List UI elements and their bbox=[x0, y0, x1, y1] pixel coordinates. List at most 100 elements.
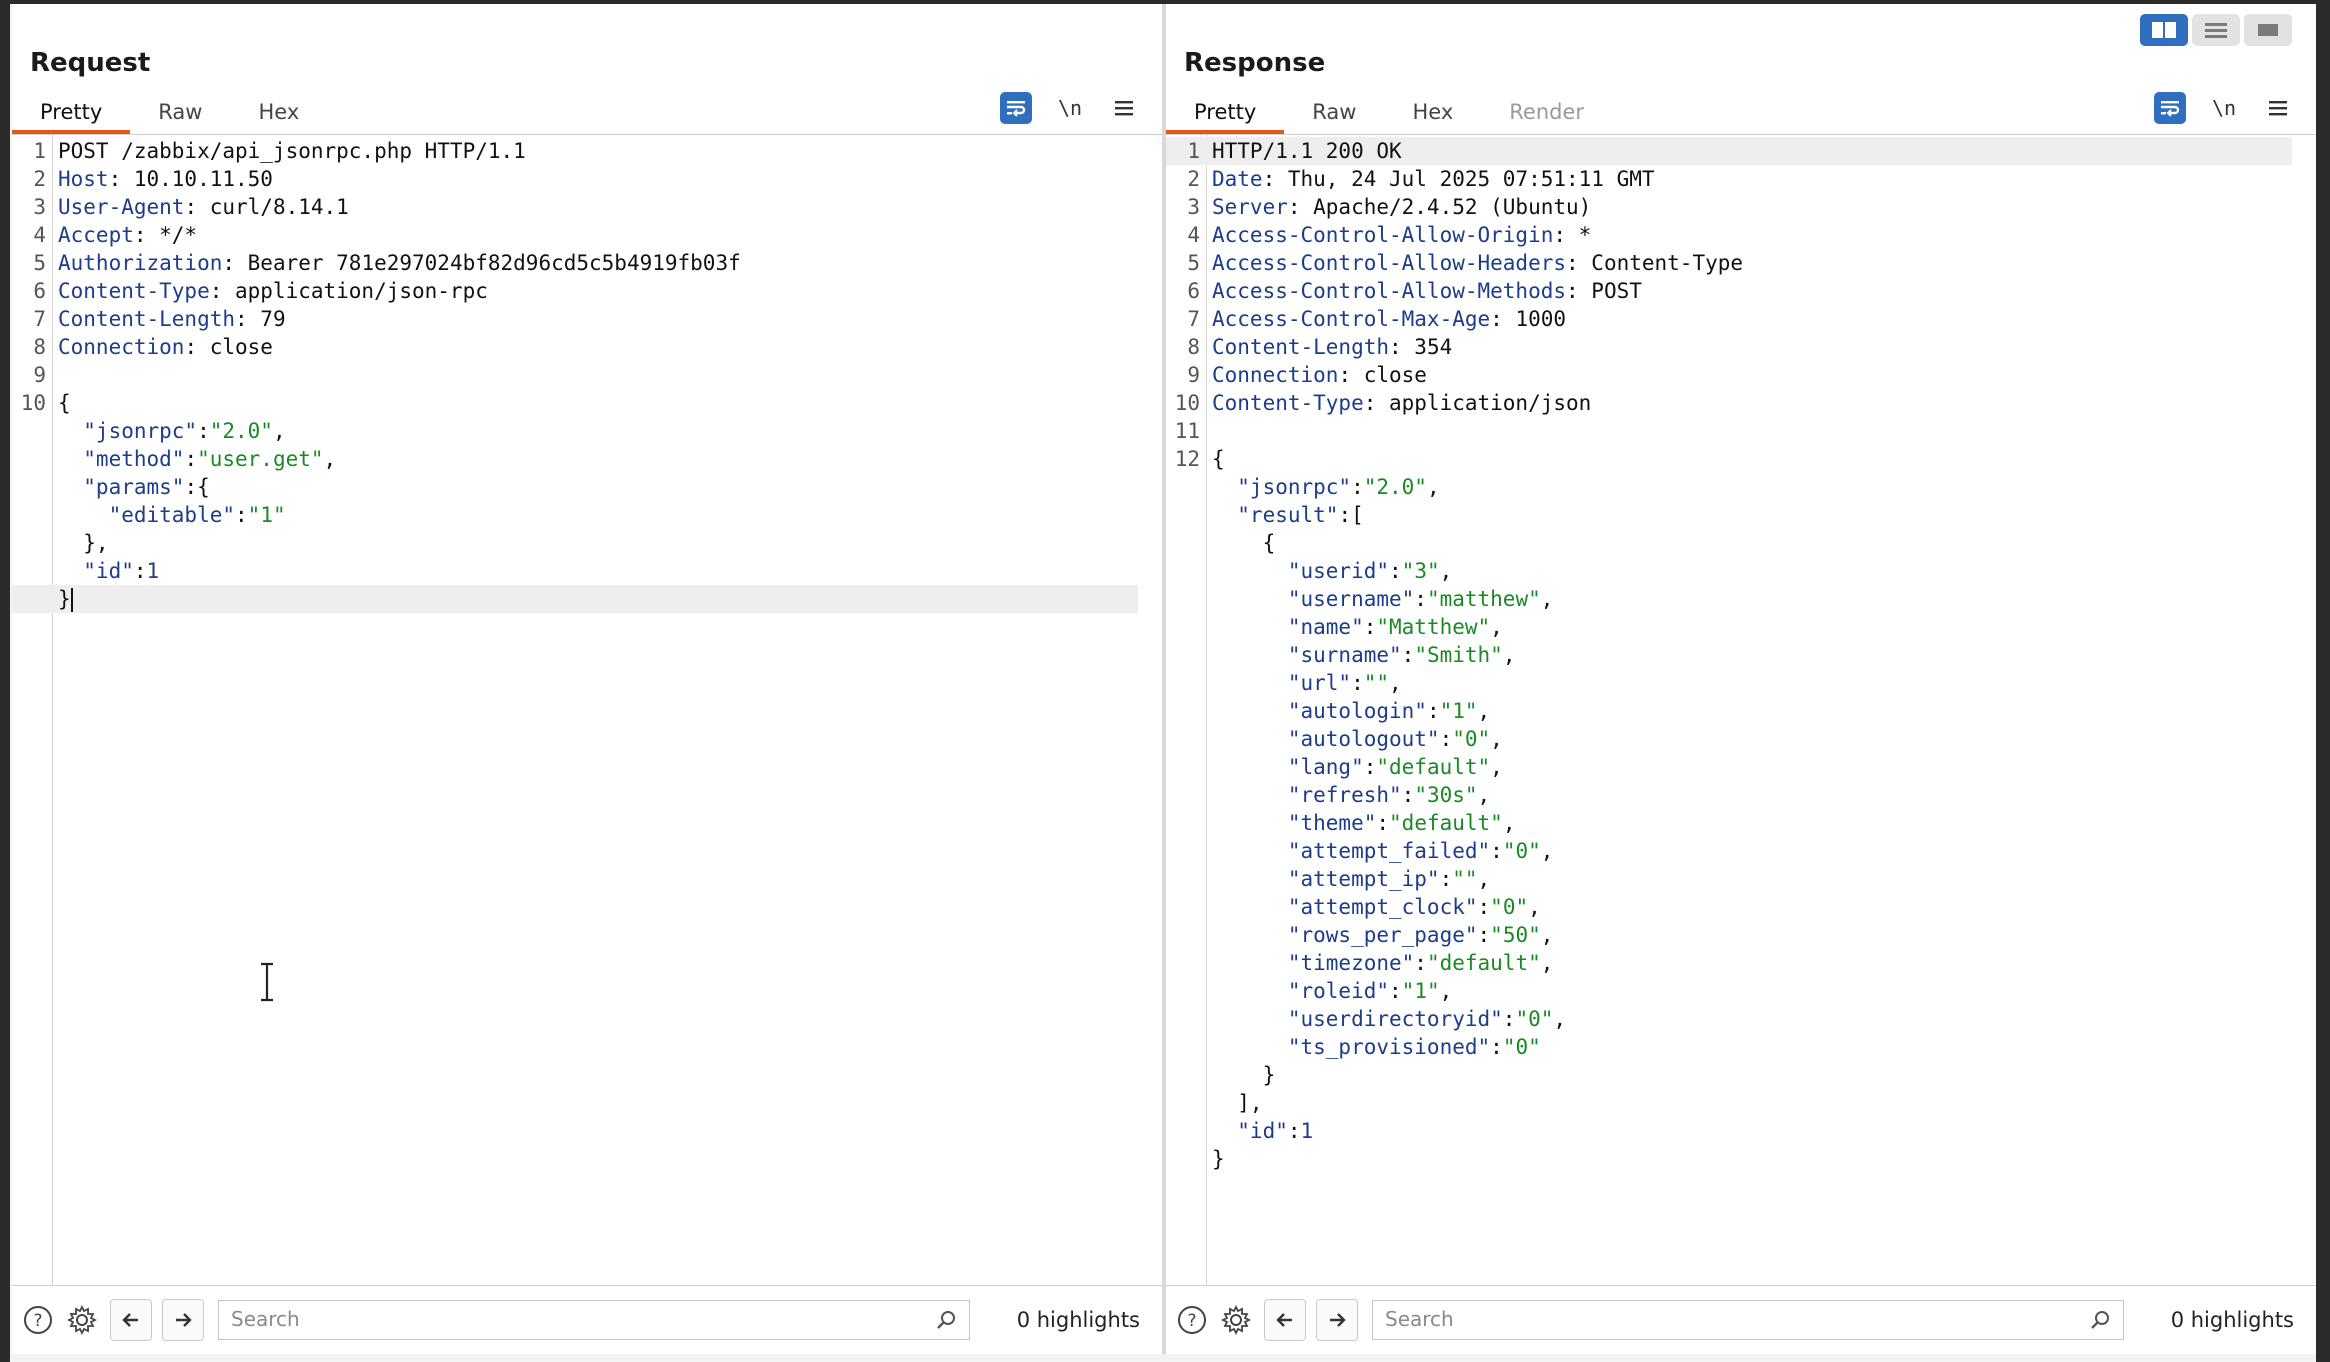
code-line[interactable]: 8 Content-Length: 354 bbox=[1166, 333, 2316, 361]
response-next-match-button[interactable] bbox=[1316, 1299, 1358, 1341]
response-menu-button[interactable] bbox=[2262, 92, 2294, 124]
code-line[interactable]: ], bbox=[1166, 1089, 2316, 1117]
code-line[interactable]: "autologin":"1", bbox=[1166, 697, 2316, 725]
response-show-newlines-button[interactable]: \n bbox=[2208, 92, 2240, 124]
code-line[interactable]: "attempt_clock":"0", bbox=[1166, 893, 2316, 921]
code-token: "0" bbox=[1515, 1007, 1554, 1031]
wrap-lines-icon bbox=[1007, 101, 1026, 117]
code-line[interactable]: "autologout":"0", bbox=[1166, 725, 2316, 753]
code-line[interactable]: "theme":"default", bbox=[1166, 809, 2316, 837]
code-line[interactable]: 3 Server: Apache/2.4.52 (Ubuntu) bbox=[1166, 193, 2316, 221]
code-line[interactable]: 8 Connection: close bbox=[12, 333, 1162, 361]
response-editor[interactable]: 1 HTTP/1.1 200 OK 2 Date: Thu, 24 Jul 2025 … bbox=[1166, 135, 2316, 1285]
code-line[interactable]: 11 bbox=[1166, 417, 2316, 445]
layout-stacked-button[interactable] bbox=[2192, 14, 2240, 46]
code-line[interactable]: "lang":"default", bbox=[1166, 753, 2316, 781]
code-line[interactable]: { bbox=[1166, 529, 2316, 557]
code-line[interactable]: "timezone":"default", bbox=[1166, 949, 2316, 977]
code-line[interactable]: 3 User-Agent: curl/8.14.1 bbox=[12, 193, 1162, 221]
code-line[interactable]: 6 Content-Type: application/json-rpc bbox=[12, 277, 1162, 305]
code-token: "Matthew" bbox=[1376, 615, 1491, 639]
code-line[interactable]: 5 Authorization: Bearer 781e297024bf82d96… bbox=[12, 249, 1162, 277]
code-line[interactable]: "surname":"Smith", bbox=[1166, 641, 2316, 669]
tab-response-raw[interactable]: Raw bbox=[1284, 94, 1384, 134]
code-line[interactable]: 1 HTTP/1.1 200 OK bbox=[1166, 137, 2292, 165]
code-line[interactable]: 6 Access-Control-Allow-Methods: POST bbox=[1166, 277, 2316, 305]
code-line[interactable]: "id":1 bbox=[1166, 1117, 2316, 1145]
http-message-editor: Request Pretty Raw Hex \n 1 POST /zabbix… bbox=[0, 0, 2330, 1362]
tab-request-pretty[interactable]: Pretty bbox=[12, 94, 131, 134]
tab-request-raw[interactable]: Raw bbox=[130, 94, 230, 134]
code-line[interactable]: "rows_per_page":"50", bbox=[1166, 921, 2316, 949]
code-line[interactable]: } bbox=[1166, 1061, 2316, 1089]
code-line[interactable]: "params":{ bbox=[12, 473, 1162, 501]
request-menu-button[interactable] bbox=[1108, 92, 1140, 124]
code-token: : bbox=[1414, 587, 1427, 611]
request-next-match-button[interactable] bbox=[162, 1299, 204, 1341]
search-icon[interactable] bbox=[2089, 1309, 2111, 1331]
code-token: } bbox=[1212, 1063, 1276, 1087]
code-line[interactable]: "method":"user.get", bbox=[12, 445, 1162, 473]
code-line[interactable]: "jsonrpc":"2.0", bbox=[1166, 473, 2316, 501]
line-number: 5 bbox=[1187, 251, 1200, 275]
tab-response-hex[interactable]: Hex bbox=[1384, 94, 1481, 134]
code-line[interactable]: 2 Host: 10.10.11.50 bbox=[12, 165, 1162, 193]
code-token: Content-Length bbox=[58, 307, 236, 331]
code-line[interactable]: "refresh":"30s", bbox=[1166, 781, 2316, 809]
code-line[interactable]: "username":"matthew", bbox=[1166, 585, 2316, 613]
tab-response-pretty[interactable]: Pretty bbox=[1166, 94, 1285, 134]
code-token: { bbox=[1212, 447, 1225, 471]
request-settings-button[interactable] bbox=[64, 1302, 100, 1338]
code-line[interactable]: "attempt_ip":"", bbox=[1166, 865, 2316, 893]
code-line[interactable]: "userid":"3", bbox=[1166, 557, 2316, 585]
layout-side-by-side-button[interactable] bbox=[2140, 14, 2188, 46]
code-line[interactable]: 4 Access-Control-Allow-Origin: * bbox=[1166, 221, 2316, 249]
request-editor[interactable]: 1 POST /zabbix/api_jsonrpc.php HTTP/1.1 2 H… bbox=[12, 135, 1162, 1285]
response-search-input[interactable] bbox=[1373, 1301, 2087, 1337]
layout-single-button[interactable] bbox=[2244, 14, 2292, 46]
code-line[interactable]: 1 POST /zabbix/api_jsonrpc.php HTTP/1.1 bbox=[12, 137, 1162, 165]
code-line[interactable]: "jsonrpc":"2.0", bbox=[12, 417, 1162, 445]
code-token: POST /zabbix/api_jsonrpc.php HTTP/1.1 bbox=[58, 139, 526, 163]
code-line[interactable]: "url":"", bbox=[1166, 669, 2316, 697]
response-word-wrap-button[interactable] bbox=[2154, 92, 2186, 124]
code-line[interactable]: "ts_provisioned":"0" bbox=[1166, 1033, 2316, 1061]
code-line[interactable]: 4 Accept: */* bbox=[12, 221, 1162, 249]
code-line[interactable]: 2 Date: Thu, 24 Jul 2025 07:51:11 GMT bbox=[1166, 165, 2316, 193]
code-line[interactable]: 9 bbox=[12, 361, 1162, 389]
response-settings-button[interactable] bbox=[1218, 1302, 1254, 1338]
code-line[interactable]: 9 Connection: close bbox=[1166, 361, 2316, 389]
code-line[interactable]: "roleid":"1", bbox=[1166, 977, 2316, 1005]
code-token: "name" bbox=[1212, 615, 1364, 639]
code-line[interactable]: "result":[ bbox=[1166, 501, 2316, 529]
code-line[interactable]: 5 Access-Control-Allow-Headers: Content-T… bbox=[1166, 249, 2316, 277]
request-previous-match-button[interactable] bbox=[110, 1299, 152, 1341]
code-token: "autologout" bbox=[1212, 727, 1440, 751]
request-word-wrap-button[interactable] bbox=[1000, 92, 1032, 124]
code-token: "timezone" bbox=[1212, 951, 1415, 975]
request-search-input[interactable] bbox=[219, 1301, 933, 1337]
search-icon[interactable] bbox=[935, 1309, 957, 1331]
code-line[interactable]: }, bbox=[12, 529, 1162, 557]
request-help-button[interactable]: ? bbox=[20, 1302, 56, 1338]
code-line[interactable]: "id":1 bbox=[12, 557, 1162, 585]
code-line[interactable]: "editable":"1" bbox=[12, 501, 1162, 529]
code-line[interactable]: 10 Content-Type: application/json bbox=[1166, 389, 2316, 417]
code-line[interactable]: "userdirectoryid":"0", bbox=[1166, 1005, 2316, 1033]
code-line[interactable]: "name":"Matthew", bbox=[1166, 613, 2316, 641]
code-token: Content-Type bbox=[1212, 391, 1364, 415]
request-show-newlines-button[interactable]: \n bbox=[1054, 92, 1086, 124]
tab-request-hex[interactable]: Hex bbox=[230, 94, 327, 134]
code-line[interactable]: 10 { bbox=[12, 389, 1162, 417]
line-number: 6 bbox=[33, 279, 46, 303]
code-line[interactable]: } bbox=[1166, 1145, 2316, 1173]
tab-response-render[interactable]: Render bbox=[1481, 94, 1612, 134]
code-line[interactable]: 12 { bbox=[1166, 445, 2316, 473]
response-help-button[interactable]: ? bbox=[1174, 1302, 1210, 1338]
code-line[interactable]: "attempt_failed":"0", bbox=[1166, 837, 2316, 865]
response-previous-match-button[interactable] bbox=[1264, 1299, 1306, 1341]
code-line[interactable]: 7 Content-Length: 79 bbox=[12, 305, 1162, 333]
layout-toggle bbox=[2140, 14, 2292, 46]
code-line[interactable]: } bbox=[12, 585, 1138, 613]
code-line[interactable]: 7 Access-Control-Max-Age: 1000 bbox=[1166, 305, 2316, 333]
